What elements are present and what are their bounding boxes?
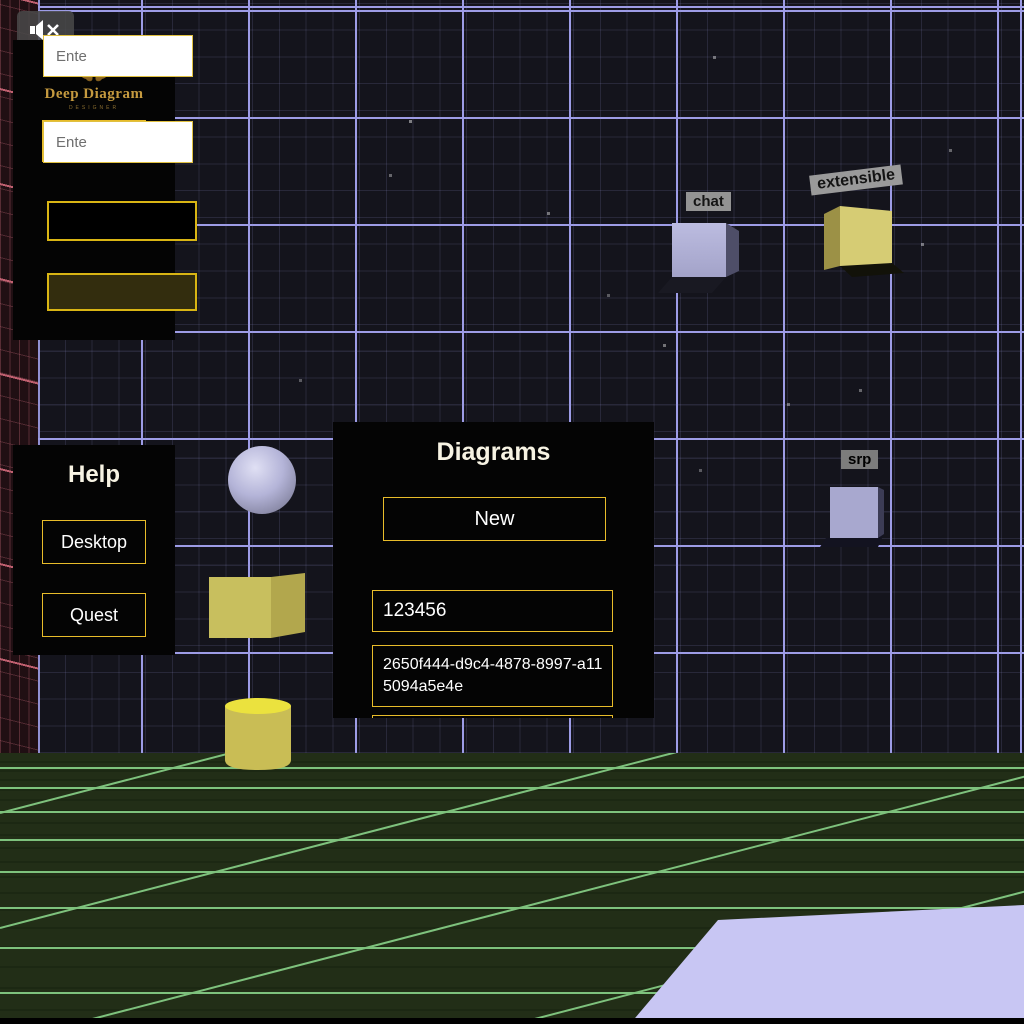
quest-help-button[interactable]: Quest: [42, 593, 146, 637]
srp-label: srp: [841, 450, 878, 469]
brand-subtitle: DESIGNER: [13, 105, 175, 111]
login-field-empty[interactable]: [47, 201, 197, 241]
extensible-cube-object[interactable]: [824, 206, 904, 277]
login-input-1[interactable]: Ente: [43, 35, 193, 77]
help-title: Help: [13, 461, 175, 489]
login-submit-button[interactable]: [47, 273, 197, 311]
chat-label: chat: [686, 192, 731, 211]
brand-title: Deep Diagram: [13, 86, 175, 103]
desktop-help-button[interactable]: Desktop: [42, 520, 146, 564]
diagrams-panel-title: Diagrams: [333, 438, 654, 467]
khaki-cube-object[interactable]: [209, 573, 305, 638]
srp-cube-object[interactable]: [820, 487, 884, 547]
new-diagram-button[interactable]: New: [383, 497, 606, 541]
vr-scene: chat extensible srp: [0, 0, 1024, 1024]
login-input-2[interactable]: Ente: [43, 121, 193, 163]
cylinder-object[interactable]: [225, 698, 291, 770]
diagram-item[interactable]: 2650f444-d9c4-4878-8997-a115094a5e4e: [372, 645, 613, 707]
diagrams-panel: Diagrams New 123456 2650f444-d9c4-4878-8…: [333, 422, 654, 718]
diagram-item-partial[interactable]: [372, 715, 613, 718]
help-panel: Help Desktop Quest: [13, 445, 175, 655]
chat-cube-object[interactable]: [658, 223, 739, 293]
sphere-object[interactable]: [228, 446, 296, 514]
diagram-item[interactable]: 123456: [372, 590, 613, 632]
